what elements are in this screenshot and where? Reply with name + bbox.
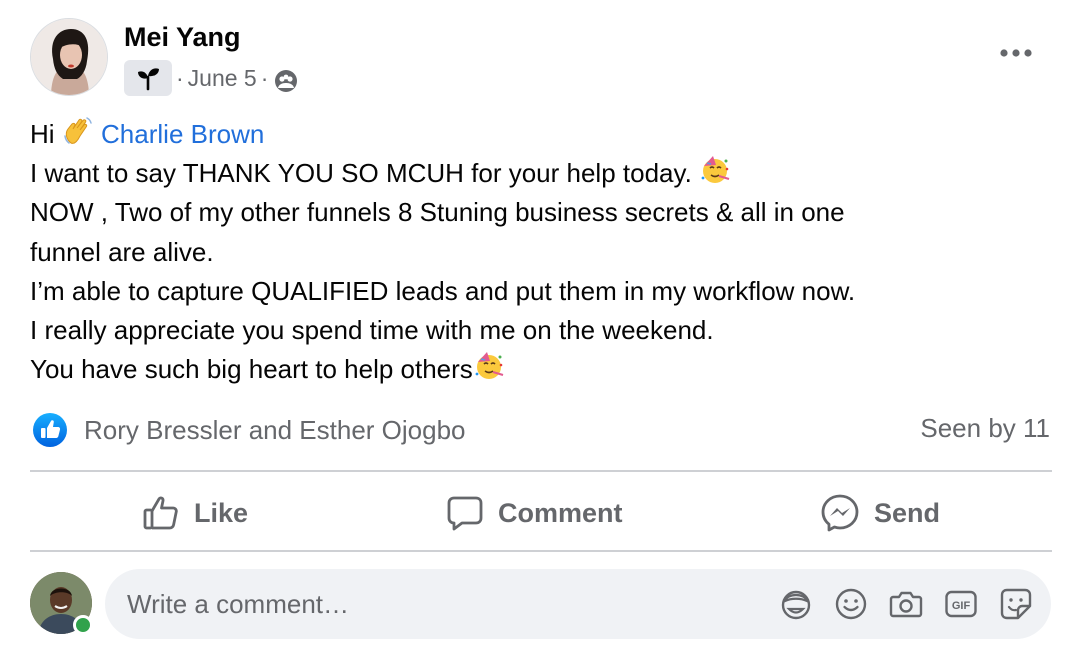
messenger-icon xyxy=(821,494,859,532)
camera-icon xyxy=(889,591,923,618)
comment-composer: GIF xyxy=(105,569,1051,639)
comment-button[interactable]: Comment xyxy=(446,488,623,538)
avatar-sticker-button[interactable] xyxy=(778,586,814,622)
post-body: Hi Charlie Brown I want to say THANK YOU… xyxy=(30,115,1050,389)
mention-link[interactable]: Charlie Brown xyxy=(101,119,264,149)
comment-label: Comment xyxy=(498,497,623,528)
waving-hand-emoji xyxy=(62,115,94,147)
post-meta: · June 5 · xyxy=(124,60,298,96)
send-label: Send xyxy=(874,497,941,528)
post-date[interactable]: June 5 xyxy=(188,65,257,92)
photo-button[interactable] xyxy=(888,586,924,622)
post-line: You have such big heart to help others xyxy=(30,350,1050,389)
partying-face-emoji xyxy=(699,154,731,186)
like-button[interactable]: Like xyxy=(142,488,248,538)
sticker-icon xyxy=(1000,588,1032,620)
post-line: I’m able to capture QUALIFIED leads and … xyxy=(30,275,856,306)
group-audience-icon xyxy=(274,69,298,93)
gif-icon: GIF xyxy=(945,590,977,618)
meta-separator: · xyxy=(260,64,269,91)
seen-count[interactable]: Seen by 11 xyxy=(920,413,1050,444)
post-text: You have such big heart to help others xyxy=(30,354,473,385)
reactions-summary[interactable]: Rory Bressler and Esther Ojogbo xyxy=(32,410,1052,450)
more-horizontal-icon xyxy=(1000,49,1032,57)
post-line: I really appreciate you spend time with … xyxy=(30,315,714,346)
comment-input[interactable] xyxy=(127,569,747,639)
author-avatar[interactable] xyxy=(30,18,108,96)
gif-button[interactable]: GIF xyxy=(943,586,979,622)
like-label: Like xyxy=(194,497,249,528)
more-options-button[interactable] xyxy=(996,40,1036,66)
greeting-text: Hi xyxy=(30,119,55,149)
reactor-names[interactable]: Rory Bressler and Esther Ojogbo xyxy=(84,415,466,446)
svg-text:GIF: GIF xyxy=(952,600,971,612)
post-card: Mei Yang · June 5 · Hi Charlie Brown I w… xyxy=(0,0,1080,659)
thumbs-up-icon xyxy=(143,496,178,530)
meta-separator: · xyxy=(176,64,184,91)
smiley-icon xyxy=(835,588,867,620)
divider xyxy=(30,470,1052,472)
sticker-button[interactable] xyxy=(998,586,1034,622)
post-line: Hi Charlie Brown xyxy=(30,115,1050,154)
avatar-sticker-icon xyxy=(781,590,811,620)
divider xyxy=(30,550,1052,552)
post-line: NOW , Two of my other funnels 8 Stuning … xyxy=(30,197,845,228)
post-text: I want to say THANK YOU SO MCUH for your… xyxy=(30,158,692,189)
online-status-indicator xyxy=(73,615,93,635)
author-name[interactable]: Mei Yang xyxy=(124,22,241,53)
post-line: I want to say THANK YOU SO MCUH for your… xyxy=(30,154,1050,193)
thumbs-up-badge-icon xyxy=(32,412,68,448)
sprout-icon[interactable] xyxy=(124,60,172,96)
send-button[interactable]: Send xyxy=(820,488,940,538)
post-line: funnel are alive. xyxy=(30,236,214,267)
speech-bubble-icon xyxy=(447,496,483,531)
partying-face-emoji xyxy=(473,350,505,382)
emoji-button[interactable] xyxy=(833,586,869,622)
